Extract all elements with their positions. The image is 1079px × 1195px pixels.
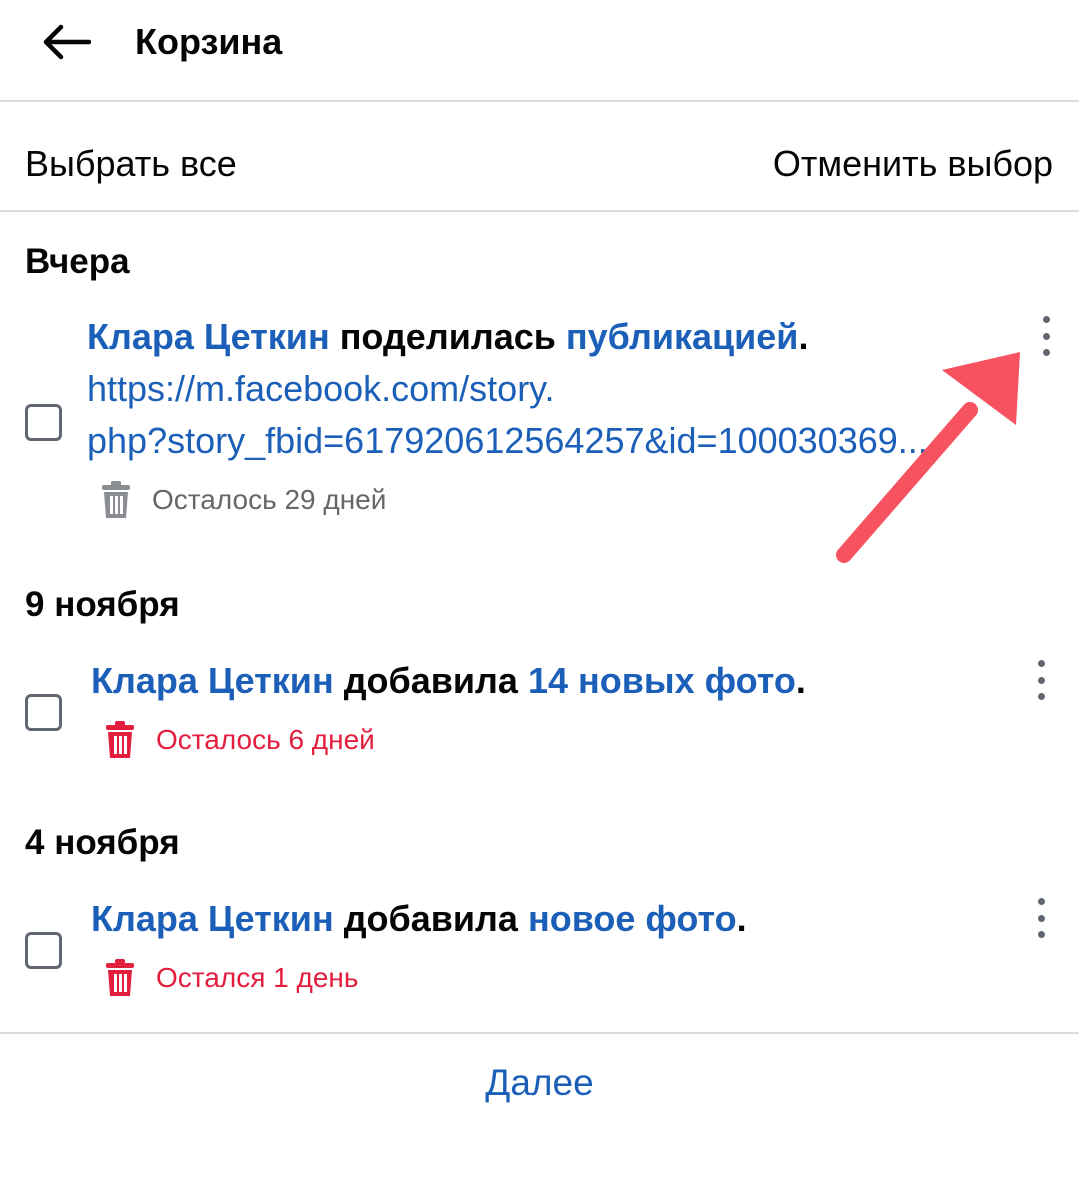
trash-page: Корзина Выбрать все Отменить выбор Вчера… <box>0 0 1079 1195</box>
entry-checkbox[interactable] <box>25 694 62 731</box>
remaining-days-text: Осталось 6 дней <box>156 724 375 755</box>
remaining-days-text: Остался 1 день <box>156 962 359 993</box>
period-text: . <box>798 316 809 357</box>
entry-description: Клара Цеткин поделилась публикацией. <box>87 311 1017 363</box>
section-title-nov-4: 4 ноября <box>25 823 180 862</box>
entry-description: Клара Цеткин добавила новое фото. <box>91 893 1021 945</box>
more-dots-icon <box>1037 914 1045 922</box>
remaining-days: Осталось 6 дней <box>102 720 375 760</box>
page-title: Корзина <box>135 21 283 62</box>
remaining-days: Осталось 29 дней <box>98 480 386 520</box>
object-link[interactable]: 14 новых фото <box>528 660 796 701</box>
shared-url-line-2[interactable]: php?story_fbid=617920612564257&id=100030… <box>87 415 1012 467</box>
period-text: . <box>795 660 806 701</box>
entry-checkbox[interactable] <box>25 404 62 441</box>
author-link[interactable]: Клара Цеткин <box>87 316 330 357</box>
object-link[interactable]: новое фото <box>528 898 737 939</box>
trash-icon <box>106 721 134 758</box>
selection-bar: Выбрать все Отменить выбор <box>0 104 1079 212</box>
more-options-button[interactable] <box>1031 898 1051 938</box>
cancel-selection-button[interactable]: Отменить выбор <box>773 142 1053 186</box>
more-options-button[interactable] <box>1031 660 1051 700</box>
footer: Далее <box>0 1032 1079 1195</box>
action-text: добавила <box>333 660 528 701</box>
more-dots-icon <box>1037 693 1045 700</box>
more-dots-icon <box>1037 931 1045 938</box>
back-button[interactable] <box>40 22 92 62</box>
period-text: . <box>736 898 747 939</box>
more-dots-icon <box>1037 898 1045 905</box>
more-dots-icon <box>1037 660 1045 667</box>
author-link[interactable]: Клара Цеткин <box>91 898 334 939</box>
section-title-yesterday: Вчера <box>25 242 130 281</box>
action-text: поделилась <box>329 316 566 357</box>
more-dots-icon <box>1042 332 1050 340</box>
more-dots-icon <box>1042 349 1050 356</box>
entry-checkbox[interactable] <box>25 932 62 969</box>
more-dots-icon <box>1042 316 1050 323</box>
entry-description: Клара Цеткин добавила 14 новых фото. <box>91 655 1021 707</box>
app-header: Корзина <box>0 0 1079 102</box>
author-link[interactable]: Клара Цеткин <box>91 660 334 701</box>
more-options-button[interactable] <box>1036 316 1056 356</box>
shared-url-line-1[interactable]: https://m.facebook.com/story. <box>87 363 1012 415</box>
trash-icon <box>102 481 130 518</box>
trash-icon <box>106 959 134 996</box>
arrow-left-icon <box>43 24 91 60</box>
more-dots-icon <box>1037 676 1045 684</box>
remaining-days-text: Осталось 29 дней <box>152 484 387 515</box>
action-text: добавила <box>333 898 528 939</box>
object-link[interactable]: публикацией <box>566 316 799 357</box>
next-button[interactable]: Далее <box>0 1060 1079 1106</box>
select-all-button[interactable]: Выбрать все <box>25 142 237 186</box>
section-title-nov-9: 9 ноября <box>25 585 180 624</box>
remaining-days: Остался 1 день <box>102 958 358 998</box>
